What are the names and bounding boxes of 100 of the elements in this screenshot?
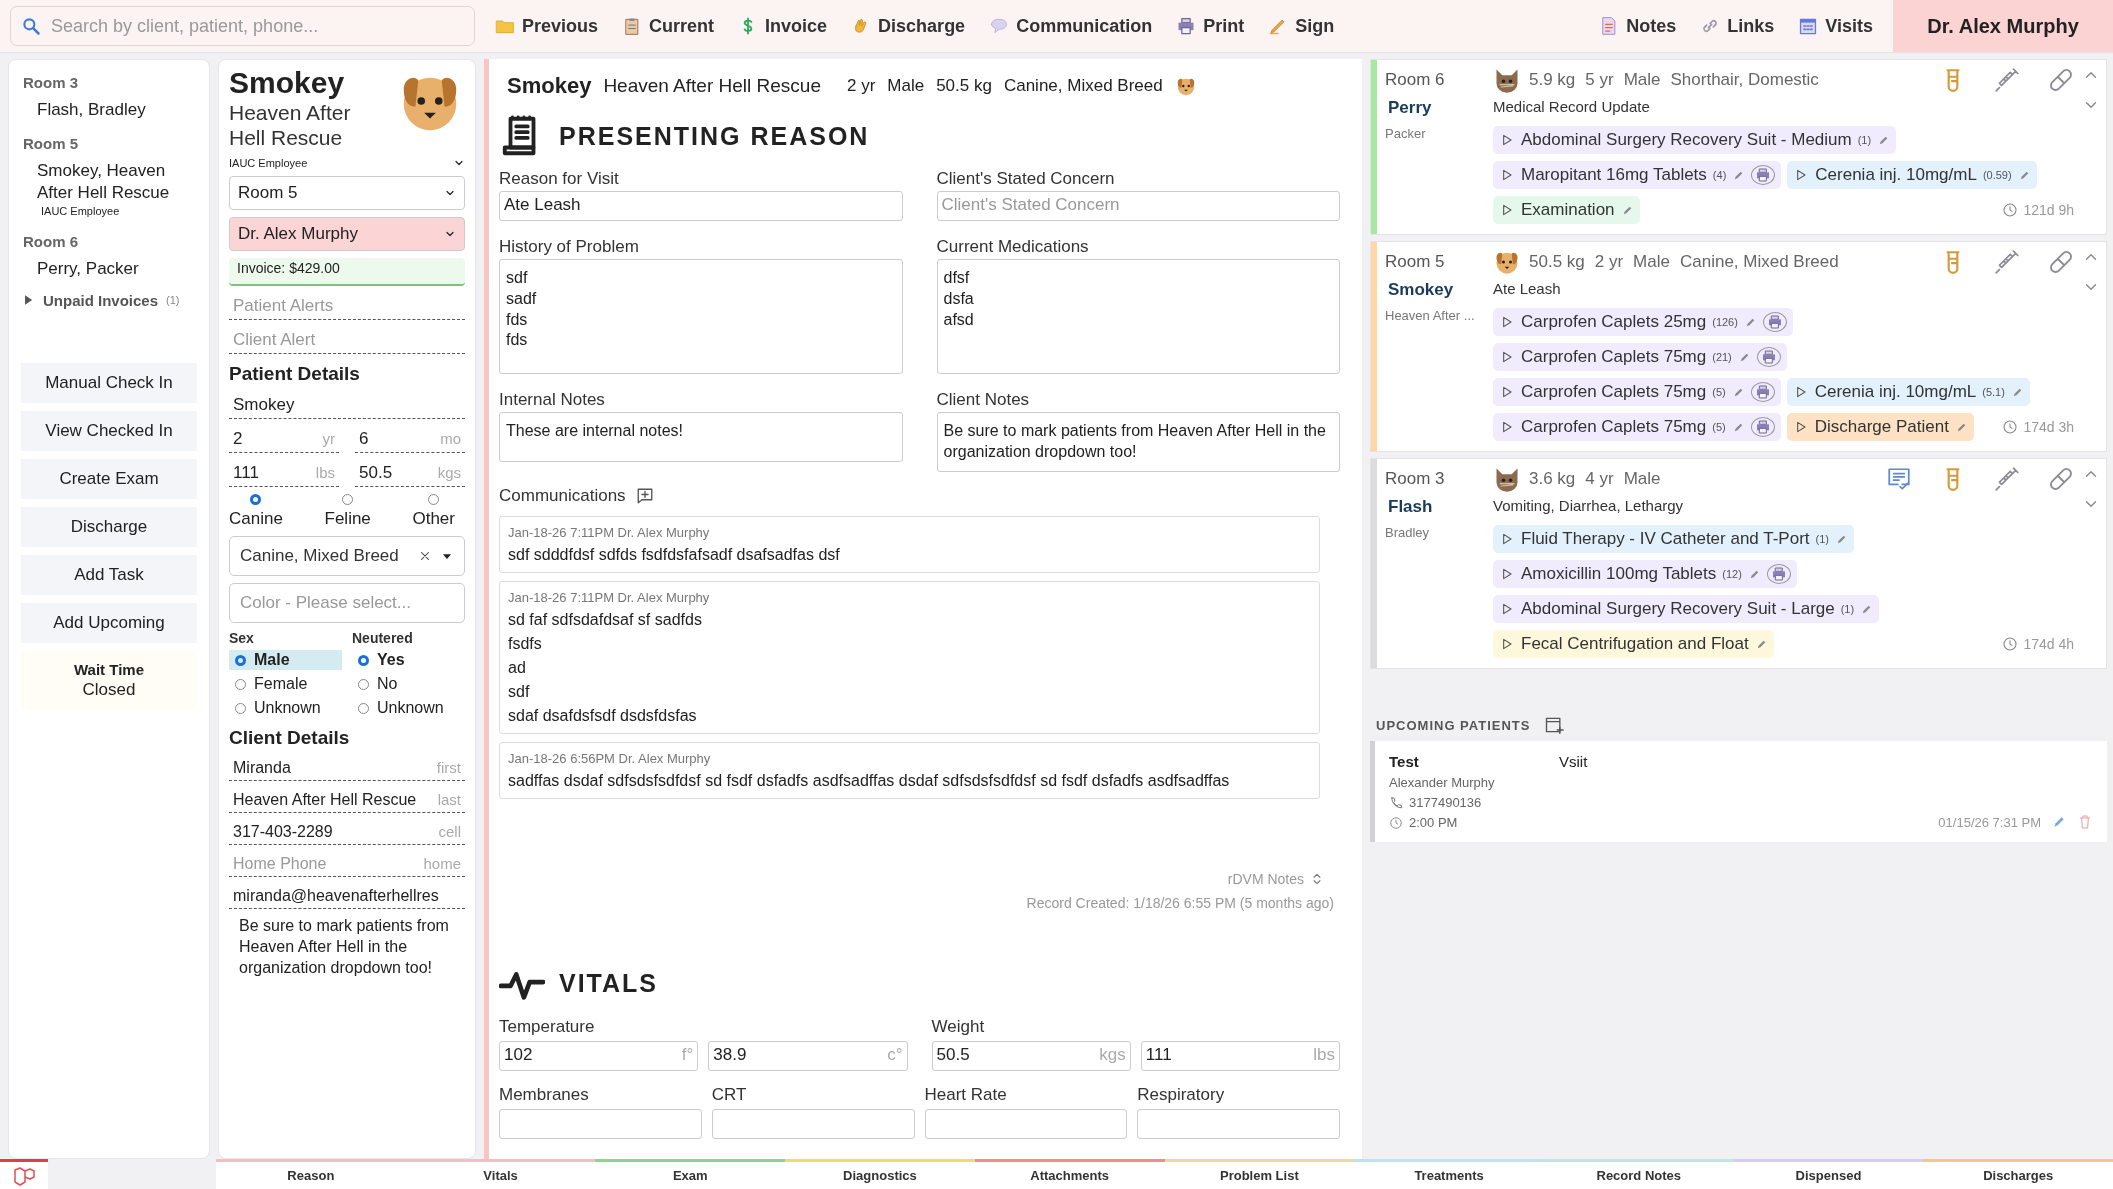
sidebar-button[interactable]: Add Upcoming	[21, 602, 197, 643]
field-label: Heart Rate	[924, 1084, 1008, 1105]
doctor-select[interactable]: Dr. Alex Murphy	[229, 217, 465, 252]
radio-option[interactable]: Female	[229, 674, 342, 695]
treatment-name: Carprofen Caplets 75mg	[1521, 382, 1707, 402]
unpaid-invoices-toggle[interactable]: Unpaid Invoices (1)	[9, 287, 209, 313]
text-field[interactable]: Ate Leash	[499, 191, 903, 221]
room-name: Room 5	[1385, 252, 1446, 272]
visit-reason: Medical Record Update	[1493, 98, 1651, 115]
text-area[interactable]: sdf sadf fds fds	[499, 259, 903, 374]
sidebar-button[interactable]: Create Exam	[21, 458, 197, 499]
field-label: Temperature	[499, 1016, 596, 1037]
treatment-chip[interactable]: Fecal Centrifugation and Float	[1493, 630, 1774, 658]
treatment-chip[interactable]: Discharge Patient	[1786, 413, 1974, 441]
sidebar-button[interactable]: View Checked In	[21, 410, 197, 451]
text-area[interactable]: dfsf dsfa afsd	[936, 259, 1340, 374]
patient-name[interactable]: Perry	[1385, 98, 1485, 118]
field-label: History of Problem	[499, 237, 640, 257]
vital-field[interactable]: 102 f°	[499, 1040, 699, 1071]
treatment-name: Maropitant 16mg Tablets	[1521, 165, 1707, 185]
radio-option[interactable]: Unknown	[352, 698, 465, 719]
treatment-chip[interactable]: Cerenia inj. 10mg/mL (0.59)	[1787, 161, 2037, 189]
unit-label: yr	[322, 430, 335, 448]
patient-name[interactable]: Smokey	[1385, 280, 1485, 300]
toolbar-button[interactable]: Current	[618, 15, 719, 37]
vital-field[interactable]: 111 lbs	[1140, 1040, 1340, 1071]
upcoming-title: UPCOMING PATIENTS	[1376, 717, 1531, 733]
radio-option[interactable]: Male	[229, 650, 342, 671]
room-patient[interactable]: Perry, Packer	[9, 253, 209, 288]
field-label: Client's Stated Concern	[936, 169, 1116, 189]
room-patient[interactable]: Flash, Bradley	[9, 95, 209, 130]
room-select[interactable]: Room 5	[229, 176, 465, 211]
treatment-count: (21)	[1712, 351, 1732, 363]
client-field[interactable]: Heaven After Hell Rescue last	[229, 788, 465, 814]
treatment-chip[interactable]: Carprofen Caplets 75mg (21)	[1493, 343, 1787, 371]
radio-group-label: Sex	[229, 630, 255, 647]
treatment-chip[interactable]: Carprofen Caplets 75mg (5)	[1493, 378, 1781, 406]
message-line: fsdfs	[508, 634, 543, 653]
toolbar-link[interactable]: Notes	[1595, 15, 1681, 37]
species-radio[interactable]: Other	[412, 494, 455, 530]
sidebar-button[interactable]: Discharge	[21, 506, 197, 547]
radio-option[interactable]: Yes	[352, 650, 465, 671]
toolbar-button[interactable]: Print	[1172, 15, 1249, 37]
elapsed-time: 121d 9h	[2023, 202, 2074, 218]
patient-fact: Canine, Mixed Breed	[1679, 252, 1839, 272]
treatment-count: (5)	[1712, 386, 1726, 398]
toolbar-button[interactable]: Previous	[491, 15, 603, 37]
treatment-chip[interactable]: Cerenia inj. 10mg/mL (5.1)	[1786, 378, 2030, 406]
room-heading: Room 3	[22, 73, 79, 93]
species-radio[interactable]: Canine	[229, 494, 283, 530]
client-field[interactable]: miranda@heavenafterhellres	[229, 884, 465, 910]
treatment-count: (5.1)	[1982, 386, 2005, 398]
treatment-count: (12)	[1722, 568, 1742, 580]
treatment-chip[interactable]: Examination	[1493, 196, 1640, 224]
treatment-chip[interactable]: Carprofen Caplets 75mg (5)	[1493, 413, 1781, 441]
toolbar-button[interactable]: Communication	[985, 15, 1157, 37]
unit-label: mo	[440, 430, 461, 448]
client-field[interactable]: 317-403-2289 cell	[229, 820, 465, 846]
species-radio[interactable]: Feline	[324, 494, 371, 530]
treatment-chip[interactable]: Abdominal Surgery Recovery Suit - Medium (1)	[1493, 126, 1897, 154]
weight-field[interactable]: 50.5 kgs	[355, 460, 465, 488]
upcoming-card[interactable]: Test Alexander Murphy 3177490136 2:00 PM Vsiit 01/15/26 7:31 PM	[1370, 741, 2107, 842]
pet-name-field[interactable]: Smokey	[229, 392, 465, 420]
vital-field[interactable]: 38.9 c°	[708, 1040, 908, 1071]
radio-option[interactable]: No	[352, 674, 465, 695]
invoice-total[interactable]: Invoice: $429.00	[229, 258, 465, 287]
patient-name[interactable]: Flash	[1385, 497, 1485, 517]
treatment-chip[interactable]: Carprofen Caplets 25mg (126)	[1493, 308, 1793, 336]
radio-option[interactable]: Unknown	[229, 698, 342, 719]
treatment-chip[interactable]: Amoxicillin 100mg Tablets (12)	[1493, 560, 1797, 588]
organization-type-select[interactable]: IAUC Employee	[229, 157, 465, 170]
age-field[interactable]: 6 mo	[355, 426, 465, 454]
patient-organization: Heaven After Hell Rescue	[229, 100, 352, 151]
vital-field[interactable]: 50.5 kgs	[931, 1040, 1131, 1071]
weight-field[interactable]: 111 lbs	[229, 460, 339, 488]
age-field[interactable]: 2 yr	[229, 426, 339, 454]
client-notes-field[interactable]: Be sure to mark patients from Heaven After Hell in the organization dropdown too!	[229, 916, 465, 979]
treatment-name: Fluid Therapy - IV Catheter and T-Port	[1521, 529, 1810, 549]
sidebar-button[interactable]: Add Task	[21, 554, 197, 595]
toolbar-link[interactable]: Links	[1696, 15, 1779, 37]
toolbar-button[interactable]: Discharge	[847, 15, 970, 37]
treatment-name: Abdominal Surgery Recovery Suit - Medium	[1521, 130, 1852, 150]
breed-select[interactable]: Canine, Mixed Breed	[229, 536, 465, 577]
toolbar-button[interactable]: Invoice	[734, 15, 832, 37]
treatment-chip[interactable]: Fluid Therapy - IV Catheter and T-Port (1)	[1493, 525, 1854, 553]
text-area[interactable]: These are internal notes!	[499, 412, 903, 462]
room-patient[interactable]: Smokey, Heaven After Hell Rescue IAUC Employee	[9, 156, 209, 227]
patient-organization: Heaven After Hell Rescue	[603, 75, 821, 97]
treatment-name: Fecal Centrifugation and Float	[1521, 634, 1749, 654]
client-field[interactable]: Miranda first	[229, 756, 465, 782]
message-line: sdf	[508, 682, 531, 701]
field-label: Internal Notes	[499, 390, 606, 410]
treatment-name: Abdominal Surgery Recovery Suit - Large	[1521, 599, 1835, 619]
treatment-chip[interactable]: Abdominal Surgery Recovery Suit - Large (1)	[1493, 595, 1880, 623]
toolbar-link[interactable]: Visits	[1794, 15, 1877, 37]
sidebar-button[interactable]: Manual Check In	[21, 362, 197, 403]
toolbar-button[interactable]: Sign	[1264, 15, 1339, 37]
text-area[interactable]: Be sure to mark patients from Heaven After Hell in the organization dropdown too!	[936, 412, 1340, 472]
user-button[interactable]: Dr. Alex Murphy	[1893, 0, 2113, 52]
treatment-chip[interactable]: Maropitant 16mg Tablets (4)	[1493, 161, 1782, 189]
